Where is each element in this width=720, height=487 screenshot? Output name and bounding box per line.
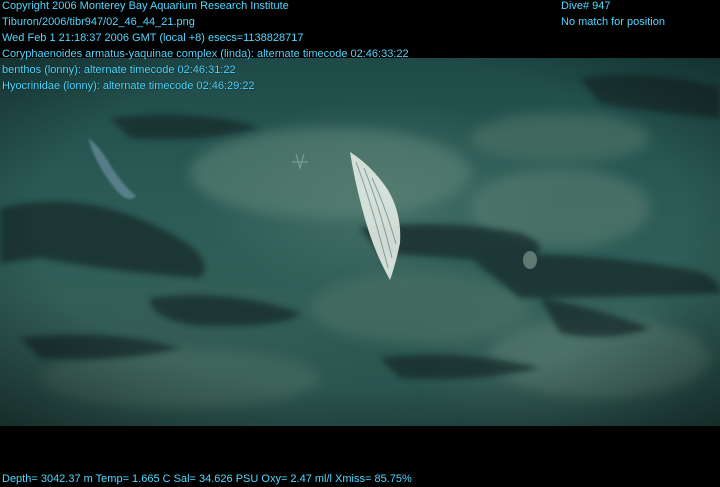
file-path-text: Tiburon/2006/tibr947/02_46_44_21.png [2,16,195,28]
annotation-line-2: benthos (lonny): alternate timecode 02:4… [2,64,236,76]
video-frame: Copyright 2006 Monterey Bay Aquarium Res… [0,0,720,486]
dive-number-text: Dive# 947 [561,0,611,12]
annotation-line-3: Hyocrinidae (lonny): alternate timecode … [2,80,255,92]
position-status-text: No match for position [561,16,665,28]
annotation-line-1: Coryphaenoides armatus-yaquinae complex … [2,48,409,60]
sensor-readout-text: Depth= 3042.37 m Temp= 1.665 C Sal= 34.6… [2,473,412,485]
telemetry-overlay: Copyright 2006 Monterey Bay Aquarium Res… [0,0,720,486]
copyright-text: Copyright 2006 Monterey Bay Aquarium Res… [2,0,289,12]
timestamp-text: Wed Feb 1 21:18:37 2006 GMT (local +8) e… [2,32,304,44]
